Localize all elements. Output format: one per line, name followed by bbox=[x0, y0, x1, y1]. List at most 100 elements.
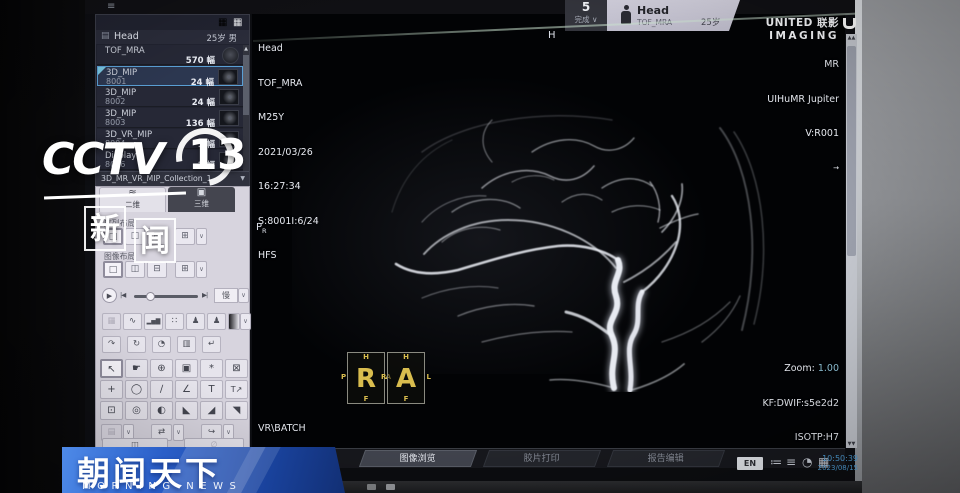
cctv-tag-xin: 新 bbox=[84, 206, 126, 251]
lut-caret-button[interactable]: ∨ bbox=[240, 313, 251, 330]
cctv-underline bbox=[44, 192, 186, 200]
overlay-top-right: MR UIHuMR Jupiter V:R001 → bbox=[767, 36, 839, 197]
crosshair-tool-button[interactable]: + bbox=[100, 380, 123, 399]
window-tool-button[interactable]: ▣ bbox=[175, 359, 198, 378]
bezel-mark bbox=[386, 484, 395, 490]
speed-select-caret[interactable]: ∨ bbox=[238, 288, 249, 303]
mra-brain-image bbox=[362, 92, 802, 392]
browser-scroll-thumb[interactable] bbox=[243, 55, 249, 115]
app-top-strip bbox=[85, 0, 855, 14]
series-name: TOF_MRA bbox=[105, 46, 145, 56]
magnifier-button[interactable]: ◎ bbox=[125, 401, 148, 420]
patient-folder-icon: ▤ bbox=[101, 31, 110, 41]
body-range-button[interactable]: ♟ bbox=[207, 313, 226, 330]
loop-button[interactable]: ↻ bbox=[127, 336, 146, 353]
angle-measure-button[interactable]: ∠ bbox=[175, 380, 198, 399]
series-number: 8002 bbox=[105, 97, 125, 106]
bezel-mark bbox=[367, 484, 376, 490]
series-thumbnail bbox=[219, 89, 239, 105]
pan-hand-button[interactable]: ☛ bbox=[125, 359, 148, 378]
patient-row-name: Head bbox=[114, 31, 139, 42]
flip-horizontal-button[interactable]: ◣ bbox=[175, 401, 198, 420]
ellipse-roi-button[interactable]: ◯ bbox=[125, 380, 148, 399]
tool-blocked-button: ▦ bbox=[102, 313, 121, 330]
series-item[interactable]: TOF_MRA 570 幅 bbox=[97, 45, 243, 65]
grid-view-icon[interactable]: ▦ bbox=[233, 17, 242, 28]
patient-age: 25岁 bbox=[701, 16, 720, 28]
orientation-cube-left[interactable]: R H F P A bbox=[347, 352, 385, 404]
language-indicator[interactable]: EN bbox=[737, 457, 763, 470]
cctv-13-logo: CCTV 13 新 闻 bbox=[36, 120, 266, 270]
taskbar: EN ≔ ≡ ◔ ▦ 10:50:39 2023/08/15 bbox=[728, 452, 858, 480]
patient-name: Head bbox=[637, 4, 669, 17]
body-marker-button[interactable]: ♟ bbox=[186, 313, 205, 330]
flip-vertical-button[interactable]: ◢ bbox=[200, 401, 223, 420]
return-button[interactable]: ↵ bbox=[202, 336, 221, 353]
app-menu-icon[interactable]: ≡ bbox=[107, 1, 115, 12]
line-measure-button[interactable]: ∕ bbox=[150, 380, 173, 399]
histogram-tool-button[interactable]: ▂▅▇ bbox=[144, 313, 163, 330]
viewport-scrollbar[interactable]: ▲▲ ▼▼ bbox=[846, 34, 857, 448]
list-icon[interactable]: ≡ bbox=[786, 455, 796, 469]
skip-back-icon[interactable]: |◀ bbox=[120, 291, 125, 299]
system-date: 2023/08/15 bbox=[810, 464, 858, 472]
overlay-top-left: Head TOF_MRA M25Y 2021/03/26 16:27:34 S:… bbox=[258, 20, 319, 285]
orientation-cube-right[interactable]: A H F R L bbox=[387, 352, 425, 404]
series-item-selected[interactable]: 3D_MIP 8001 24 幅 bbox=[97, 66, 243, 86]
cine-slider-thumb[interactable] bbox=[146, 292, 155, 301]
skip-forward-icon[interactable]: ▶| bbox=[202, 291, 207, 299]
step-label: 完成 bbox=[575, 15, 590, 24]
patient-row[interactable]: ▤ Head 25岁 男 bbox=[96, 30, 249, 44]
united-imaging-u-icon bbox=[843, 18, 856, 29]
tv-frame: ≡ 5 完成 ∨ Head TOF_MRA 25岁 UNITED 联影 IMAG… bbox=[0, 0, 960, 493]
viewport-scroll-thumb[interactable] bbox=[847, 46, 856, 256]
curve-tool-button[interactable]: ∿ bbox=[123, 313, 142, 330]
morning-news-logo: 朝闻天下 MORNING NEWS bbox=[62, 447, 345, 493]
cctv-channel-number: 13 bbox=[188, 130, 246, 179]
orientation-top-marker: H bbox=[548, 30, 556, 41]
keyboard-icon[interactable]: ≔ bbox=[770, 455, 782, 469]
series-count: 570 幅 bbox=[186, 54, 215, 66]
series-number: 8001 bbox=[106, 77, 126, 86]
scroll-down-double-icon[interactable]: ▼▼ bbox=[846, 441, 857, 447]
series-item[interactable]: 3D_MIP 8002 24 幅 bbox=[97, 87, 243, 107]
image-viewport[interactable]: H PR Head TOF_MRA M25Y 2021/03/26 16:27:… bbox=[252, 14, 845, 448]
cine-strip-button[interactable]: ▥ bbox=[177, 336, 196, 353]
cctv-wordmark: CCTV bbox=[42, 134, 163, 185]
rotate-flip-button[interactable]: ◥ bbox=[225, 401, 248, 420]
text-annotation-button[interactable]: T bbox=[200, 380, 223, 399]
compare-tool-button[interactable]: ∷ bbox=[165, 313, 184, 330]
pointer-tool-button[interactable]: ↖ bbox=[100, 359, 123, 378]
play-button[interactable]: ▶ bbox=[102, 288, 117, 303]
overlay-bottom-left: VR\BATCH Coil:tHL;tHU gre_tof_fM Custome… bbox=[258, 400, 316, 448]
monitor-bezel-right bbox=[862, 0, 960, 493]
system-time: 10:50:39 bbox=[814, 454, 858, 463]
cine-slider[interactable] bbox=[134, 295, 198, 298]
enhance-tool-button[interactable]: * bbox=[200, 359, 223, 378]
invert-contrast-button[interactable]: ◐ bbox=[150, 401, 173, 420]
gradient-lut-button[interactable] bbox=[228, 313, 240, 330]
scroll-up-icon[interactable]: ▲ bbox=[243, 45, 249, 53]
delete-tool-button[interactable]: ⊠ bbox=[225, 359, 248, 378]
tab-image-browse[interactable]: 图像浏览 bbox=[359, 450, 477, 467]
protocol-name: TOF_MRA bbox=[637, 18, 672, 27]
undo-rotate-button[interactable]: ↷ bbox=[102, 336, 121, 353]
magnify-box-button[interactable]: ⊡ bbox=[100, 401, 123, 420]
chevron-down-icon: ∨ bbox=[592, 15, 598, 24]
clock-button[interactable]: ◔ bbox=[152, 336, 171, 353]
grid-view-icon-active[interactable]: ▦ bbox=[218, 17, 227, 28]
scroll-up-double-icon[interactable]: ▲▲ bbox=[846, 35, 857, 41]
transfer-caret-button[interactable]: ∨ bbox=[173, 424, 184, 441]
tab-film-print[interactable]: 胶片打印 bbox=[483, 450, 601, 467]
patient-header-tab[interactable]: Head TOF_MRA 25岁 bbox=[607, 0, 740, 31]
header-step-tab[interactable]: 5 完成 ∨ bbox=[565, 0, 607, 31]
cctv-tag-wen: 闻 bbox=[134, 218, 176, 263]
tab-report-edit[interactable]: 报告编辑 bbox=[607, 450, 725, 467]
series-thumbnail bbox=[222, 47, 239, 64]
text-arrow-button[interactable]: T↗ bbox=[225, 380, 248, 399]
overlay-bottom-right: Zoom: 1.00 KF:DWIF:s5e2d2 ISOTP:H7 SP:R6… bbox=[739, 340, 839, 448]
speed-select[interactable]: 慢 bbox=[214, 288, 238, 303]
patient-age-sex: 25岁 男 bbox=[206, 32, 237, 44]
zoom-tool-button[interactable]: ⊕ bbox=[150, 359, 173, 378]
series-thumbnail bbox=[218, 69, 238, 85]
